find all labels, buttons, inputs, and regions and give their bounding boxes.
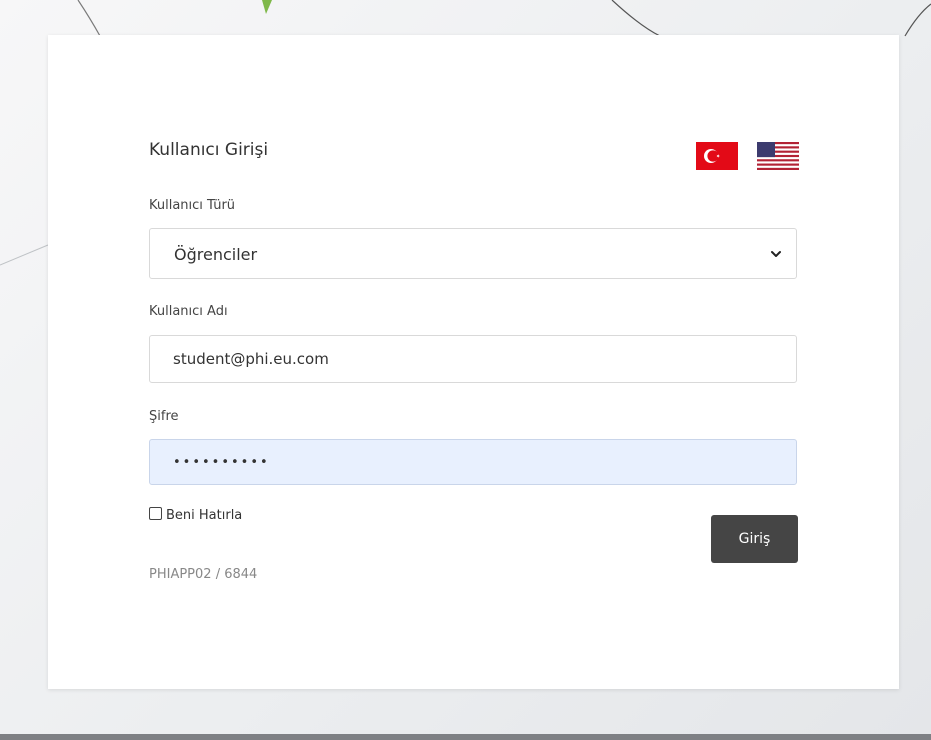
username-label: Kullanıcı Adı: [149, 304, 228, 319]
login-button[interactable]: Giriş: [711, 515, 798, 563]
login-card: Kullanıcı Girişi Kullanıcı Türü Öğrencil…: [48, 35, 899, 689]
password-input[interactable]: ••••••••••: [149, 439, 797, 485]
password-label: Şifre: [149, 409, 179, 424]
username-input[interactable]: [149, 335, 797, 383]
us-flag-icon[interactable]: [757, 142, 799, 170]
login-title: Kullanıcı Girişi: [149, 140, 269, 160]
user-type-value: Öğrenciler: [174, 245, 258, 264]
user-type-label: Kullanıcı Türü: [149, 198, 236, 213]
remember-me-label: Beni Hatırla: [166, 508, 243, 523]
turkish-flag-icon[interactable]: [696, 142, 738, 170]
user-type-select[interactable]: Öğrenciler: [149, 228, 797, 279]
bottom-shadow-bar: [0, 734, 931, 740]
chevron-down-icon: [771, 251, 781, 257]
version-text: PHIAPP02 / 6844: [149, 567, 258, 582]
checkbox-icon[interactable]: [149, 507, 162, 520]
remember-me-checkbox[interactable]: Beni Hatırla: [149, 507, 242, 523]
